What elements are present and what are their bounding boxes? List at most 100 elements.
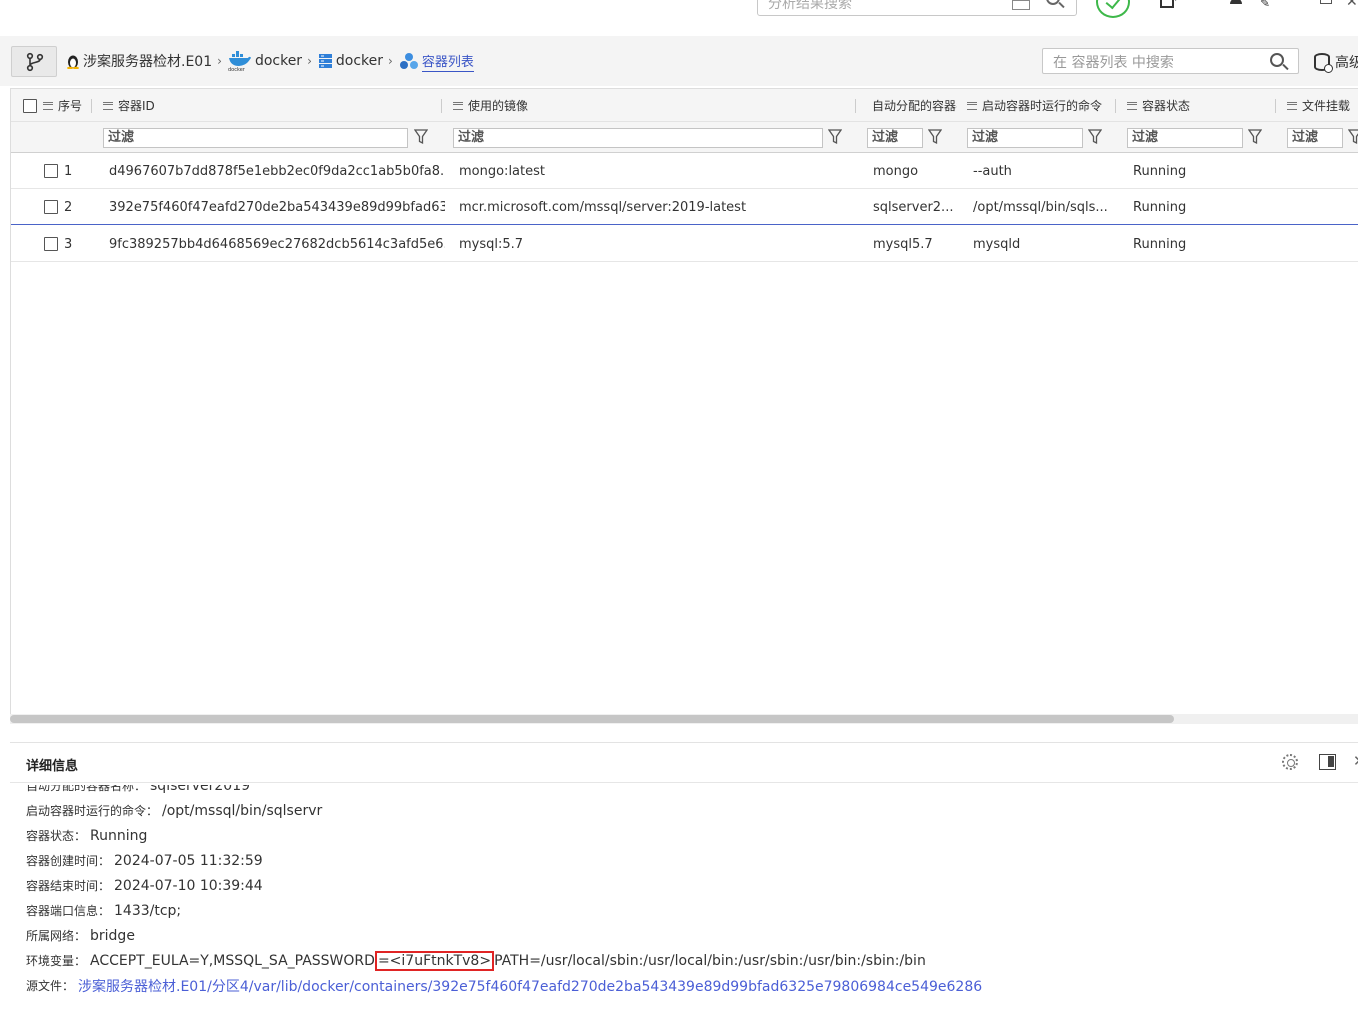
row-checkbox-cell[interactable] bbox=[44, 153, 58, 189]
table-row-selected[interactable]: 2 392e75f460f47eafd270de2ba543439e89d99b… bbox=[11, 189, 1358, 225]
search-icon[interactable] bbox=[1270, 53, 1284, 67]
container-cluster-icon bbox=[399, 53, 418, 69]
row-checkbox[interactable] bbox=[44, 164, 58, 178]
advanced-search-button[interactable]: 高级 bbox=[1314, 52, 1358, 73]
env-prefix: ACCEPT_EULA=Y,MSSQL_SA_PASSWORD bbox=[90, 952, 375, 969]
filter-input-status[interactable]: 过滤 bbox=[1127, 128, 1243, 148]
column-divider[interactable] bbox=[441, 99, 442, 113]
tree-toggle-button[interactable] bbox=[11, 46, 57, 77]
panel-layout-icon[interactable] bbox=[1319, 754, 1336, 770]
breadcrumb-item-docker[interactable]: docker › bbox=[318, 53, 399, 69]
advanced-search-label: 高级 bbox=[1335, 55, 1358, 71]
breadcrumb-label: 涉案服务器检材.E01 bbox=[83, 54, 213, 70]
detail-label: 启动容器时运行的命令： bbox=[26, 804, 159, 818]
row-checkbox[interactable] bbox=[44, 237, 58, 251]
column-header-command[interactable]: 启动容器时运行的命令 bbox=[967, 89, 1107, 122]
branch-icon bbox=[26, 52, 44, 72]
column-header-label: 容器ID bbox=[118, 99, 155, 113]
column-menu-icon[interactable] bbox=[103, 101, 113, 110]
check-circle-icon[interactable] bbox=[1096, 0, 1130, 18]
filter-icon[interactable] bbox=[1088, 129, 1102, 145]
detail-label: 环境变量： bbox=[26, 954, 87, 968]
column-header-mounts[interactable]: 文件挂载 bbox=[1287, 89, 1358, 122]
column-header-status[interactable]: 容器状态 bbox=[1127, 89, 1267, 122]
detail-panel-title: 详细信息 bbox=[26, 759, 79, 774]
cell-image: mysql:5.7 bbox=[459, 236, 524, 252]
filter-input-image[interactable]: 过滤 bbox=[453, 128, 823, 148]
cell-image: mcr.microsoft.com/mssql/server:2019-late… bbox=[459, 199, 747, 215]
detail-label: 源文件： bbox=[26, 979, 75, 993]
pin-icon[interactable]: ✎ bbox=[1260, 0, 1270, 10]
select-all-checkbox-cell[interactable] bbox=[23, 89, 37, 122]
scrollbar-thumb[interactable] bbox=[10, 715, 1174, 723]
column-header-label: 自动分配的容器名称 bbox=[872, 99, 957, 113]
cell-status: Running bbox=[1133, 199, 1187, 215]
chevron-right-icon: › bbox=[388, 54, 393, 68]
column-header-image[interactable]: 使用的镜像 bbox=[453, 89, 853, 122]
detail-field-port: 容器端口信息： 1433/tcp; bbox=[26, 898, 181, 923]
maximize-icon[interactable] bbox=[1320, 0, 1332, 4]
docker-whale-icon: docker bbox=[228, 51, 251, 71]
cell-command: mysqld bbox=[973, 236, 1021, 252]
detail-field-container-name: 自动分配的容器名称： sqlserver2019 bbox=[26, 785, 250, 798]
filter-input-container-name[interactable]: 过滤 bbox=[867, 128, 923, 148]
column-divider[interactable] bbox=[1275, 99, 1276, 113]
filter-input-command[interactable]: 过滤 bbox=[967, 128, 1083, 148]
select-all-checkbox[interactable] bbox=[23, 98, 37, 113]
detail-value: Running bbox=[90, 827, 148, 844]
calendar-icon[interactable] bbox=[1012, 0, 1030, 10]
table-row[interactable]: 3 9fc389257bb4d6468569ec27682dcb5614c3af… bbox=[11, 226, 1358, 262]
detail-panel: 详细信息 ✕ 自动分配的容器名称： sqlserver2019 启动容器时运行的… bbox=[10, 742, 1358, 1009]
top-toolbar: 分析结果搜索 ✎ ✕ bbox=[0, 0, 1358, 36]
column-header-no[interactable]: 序号 bbox=[43, 89, 89, 122]
table-header: 序号 容器ID 使用的镜像 自动分配的容器名称 启动容器时运行的命令 容器状态 bbox=[11, 89, 1358, 122]
row-checkbox-cell[interactable] bbox=[44, 226, 58, 262]
detail-value: sqlserver2019 bbox=[150, 785, 251, 794]
cell-no: 1 bbox=[64, 163, 73, 179]
filter-input-mounts[interactable]: 过滤 bbox=[1287, 128, 1343, 148]
detail-label: 所属网络： bbox=[26, 929, 87, 943]
user-icon[interactable] bbox=[1230, 0, 1242, 4]
detail-field-created-time: 容器创建时间： 2024-07-05 11:32:59 bbox=[26, 848, 263, 873]
breadcrumb-item-docker-app[interactable]: docker docker › bbox=[228, 51, 318, 71]
horizontal-scrollbar[interactable] bbox=[10, 714, 1358, 724]
column-menu-icon[interactable] bbox=[967, 101, 977, 110]
filter-icon[interactable] bbox=[1348, 129, 1358, 145]
column-menu-icon[interactable] bbox=[43, 101, 53, 110]
column-header-container-id[interactable]: 容器ID bbox=[103, 89, 443, 122]
close-window-icon[interactable]: ✕ bbox=[1346, 0, 1358, 10]
analysis-search-input[interactable]: 分析结果搜索 bbox=[757, 0, 1077, 16]
close-icon[interactable]: ✕ bbox=[1353, 752, 1358, 770]
detail-field-source: 源文件： 涉案服务器检材.E01/分区4/var/lib/docker/cont… bbox=[26, 973, 982, 998]
filter-icon[interactable] bbox=[414, 129, 428, 145]
breadcrumb-item-evidence[interactable]: 涉案服务器检材.E01 › bbox=[66, 51, 228, 71]
column-menu-icon[interactable] bbox=[1287, 101, 1297, 110]
column-divider[interactable] bbox=[1115, 99, 1116, 113]
column-divider[interactable] bbox=[91, 99, 92, 113]
detail-panel-body[interactable]: 自动分配的容器名称： sqlserver2019 启动容器时运行的命令： /op… bbox=[26, 785, 1356, 1010]
filter-icon[interactable] bbox=[828, 129, 842, 145]
search-icon[interactable] bbox=[1046, 0, 1060, 5]
detail-field-network: 所属网络： bridge bbox=[26, 923, 135, 948]
row-checkbox[interactable] bbox=[44, 200, 58, 214]
chevron-right-icon: › bbox=[217, 54, 222, 68]
source-file-link[interactable]: 涉案服务器检材.E01/分区4/var/lib/docker/container… bbox=[78, 976, 982, 996]
column-menu-icon[interactable] bbox=[453, 101, 463, 110]
container-search-input[interactable]: 在 容器列表 中搜索 bbox=[1042, 48, 1299, 74]
container-table: 序号 容器ID 使用的镜像 自动分配的容器名称 启动容器时运行的命令 容器状态 bbox=[10, 88, 1358, 724]
cell-container-name: mysql5.7 bbox=[873, 236, 933, 252]
breadcrumb-item-container-list[interactable]: 容器列表 bbox=[399, 51, 474, 72]
export-icon[interactable] bbox=[1160, 0, 1179, 8]
gear-icon[interactable] bbox=[1282, 754, 1298, 770]
detail-label: 容器结束时间： bbox=[26, 879, 111, 893]
row-checkbox-cell[interactable] bbox=[44, 189, 58, 225]
filter-input-container-id[interactable]: 过滤 bbox=[103, 128, 408, 148]
column-divider[interactable] bbox=[855, 99, 856, 113]
detail-label: 容器创建时间： bbox=[26, 854, 111, 868]
column-header-container-name[interactable]: 自动分配的容器名称 bbox=[867, 89, 957, 122]
table-row[interactable]: 1 d4967607b7dd878f5e1ebb2ec0f9da2cc1ab5b… bbox=[11, 153, 1358, 189]
filter-icon[interactable] bbox=[1248, 129, 1262, 145]
filter-icon[interactable] bbox=[928, 129, 942, 145]
breadcrumb: 涉案服务器检材.E01 › docker docker › docker › 容… bbox=[66, 49, 474, 73]
column-menu-icon[interactable] bbox=[1127, 101, 1137, 110]
